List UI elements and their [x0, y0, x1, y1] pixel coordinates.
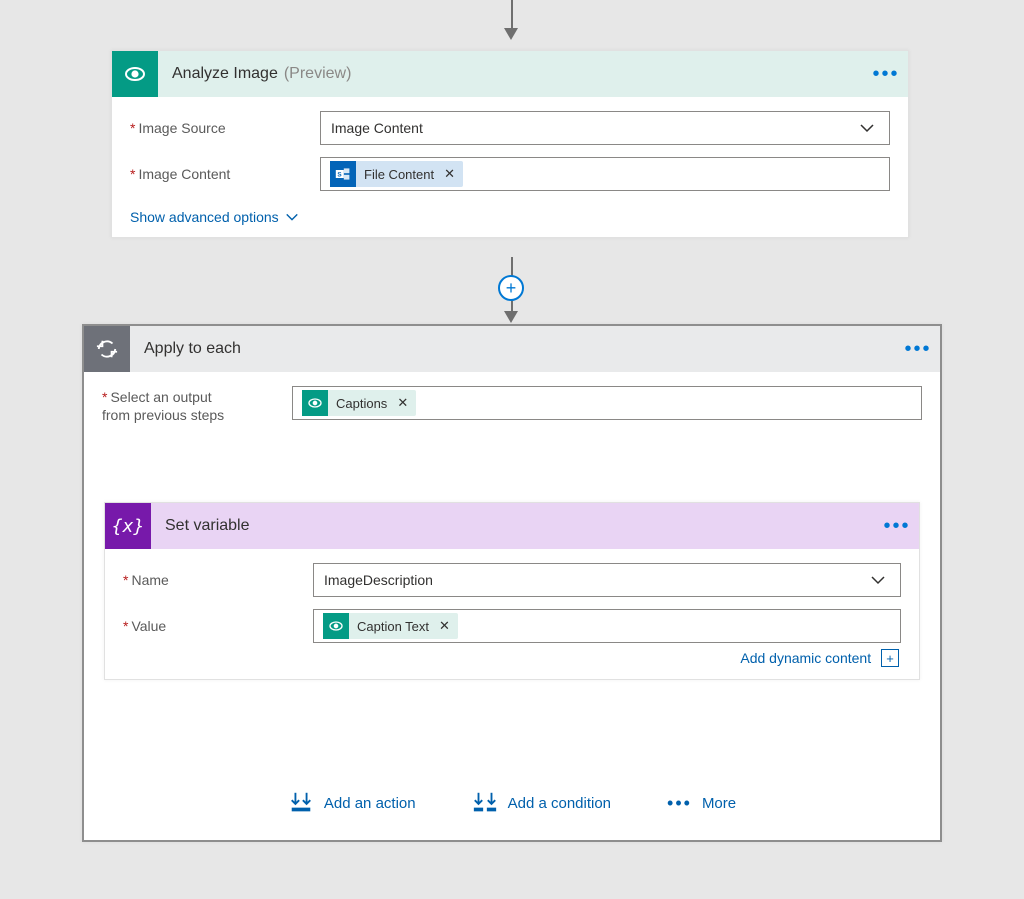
plus-icon: + [881, 649, 899, 667]
sharepoint-icon: S [330, 161, 356, 187]
name-value: ImageDescription [324, 572, 433, 588]
caption-text-chip-label: Caption Text [349, 619, 437, 634]
captions-chip[interactable]: Captions ✕ [302, 390, 416, 416]
select-output-input[interactable]: Captions ✕ [292, 386, 922, 420]
required-marker: * [102, 389, 107, 405]
image-source-select[interactable]: Image Content [320, 111, 890, 145]
add-action-icon [288, 792, 314, 814]
name-select[interactable]: ImageDescription [313, 563, 901, 597]
remove-chip-button[interactable]: ✕ [395, 395, 416, 411]
connector-line [511, 0, 513, 28]
eye-icon [302, 390, 328, 416]
loop-icon [84, 326, 130, 372]
image-content-label: Image Content [138, 166, 230, 182]
remove-chip-button[interactable]: ✕ [442, 166, 463, 182]
chevron-down-icon [870, 572, 890, 588]
value-input[interactable]: Caption Text ✕ [313, 609, 901, 643]
set-variable-card: {x} Set variable ••• * Name ImageDescrip… [104, 502, 920, 680]
apply-to-each-card: Apply to each ••• *Select an output from… [82, 324, 942, 842]
analyze-image-card: Analyze Image (Preview) ••• * Image Sour… [111, 50, 909, 238]
required-marker: * [123, 572, 128, 588]
select-output-label-1: Select an output [110, 389, 211, 405]
chevron-down-icon [859, 120, 879, 136]
captions-chip-label: Captions [328, 396, 395, 411]
name-label: Name [131, 572, 168, 588]
apply-to-each-title: Apply to each [144, 340, 241, 358]
image-content-input[interactable]: S File Content ✕ [320, 157, 890, 191]
required-marker: * [123, 618, 128, 634]
image-source-label: Image Source [138, 120, 225, 136]
value-label: Value [131, 618, 166, 634]
add-step-button[interactable]: + [498, 275, 524, 301]
caption-text-chip[interactable]: Caption Text ✕ [323, 613, 458, 639]
eye-icon [323, 613, 349, 639]
arrowhead-icon [504, 311, 518, 323]
eye-icon [112, 51, 158, 97]
set-variable-menu[interactable]: ••• [875, 515, 919, 538]
image-content-row: * Image Content S File Con [130, 157, 890, 191]
required-marker: * [130, 166, 135, 182]
remove-chip-button[interactable]: ✕ [437, 618, 458, 634]
apply-to-each-header[interactable]: Apply to each ••• [84, 326, 940, 372]
select-output-label-2: from previous steps [102, 407, 224, 423]
apply-to-each-menu[interactable]: ••• [896, 338, 940, 361]
select-output-row: *Select an output from previous steps Ca… [102, 386, 922, 424]
add-action-button[interactable]: Add an action [288, 792, 416, 814]
show-advanced-options-link[interactable]: Show advanced options [130, 209, 299, 225]
svg-text:S: S [337, 171, 342, 178]
arrowhead-icon [504, 28, 518, 40]
more-button[interactable]: ••• More [667, 792, 736, 814]
file-content-chip-label: File Content [356, 167, 442, 182]
preview-label: (Preview) [284, 65, 352, 83]
set-variable-header[interactable]: {x} Set variable ••• [105, 503, 919, 549]
add-condition-icon [472, 792, 498, 814]
variable-icon: {x} [105, 503, 151, 549]
set-variable-title: Set variable [165, 517, 250, 535]
add-condition-button[interactable]: Add a condition [472, 792, 611, 814]
name-row: * Name ImageDescription [123, 563, 901, 597]
analyze-image-header[interactable]: Analyze Image (Preview) ••• [112, 51, 908, 97]
required-marker: * [130, 120, 135, 136]
add-dynamic-content-link[interactable]: Add dynamic content + [740, 650, 899, 666]
image-source-row: * Image Source Image Content [130, 111, 890, 145]
file-content-chip[interactable]: S File Content ✕ [330, 161, 463, 187]
analyze-image-menu[interactable]: ••• [864, 63, 908, 86]
image-source-value: Image Content [331, 120, 423, 136]
more-icon: ••• [667, 793, 692, 814]
analyze-image-title: Analyze Image [172, 65, 278, 83]
value-row: * Value Caption Text ✕ [123, 609, 901, 643]
